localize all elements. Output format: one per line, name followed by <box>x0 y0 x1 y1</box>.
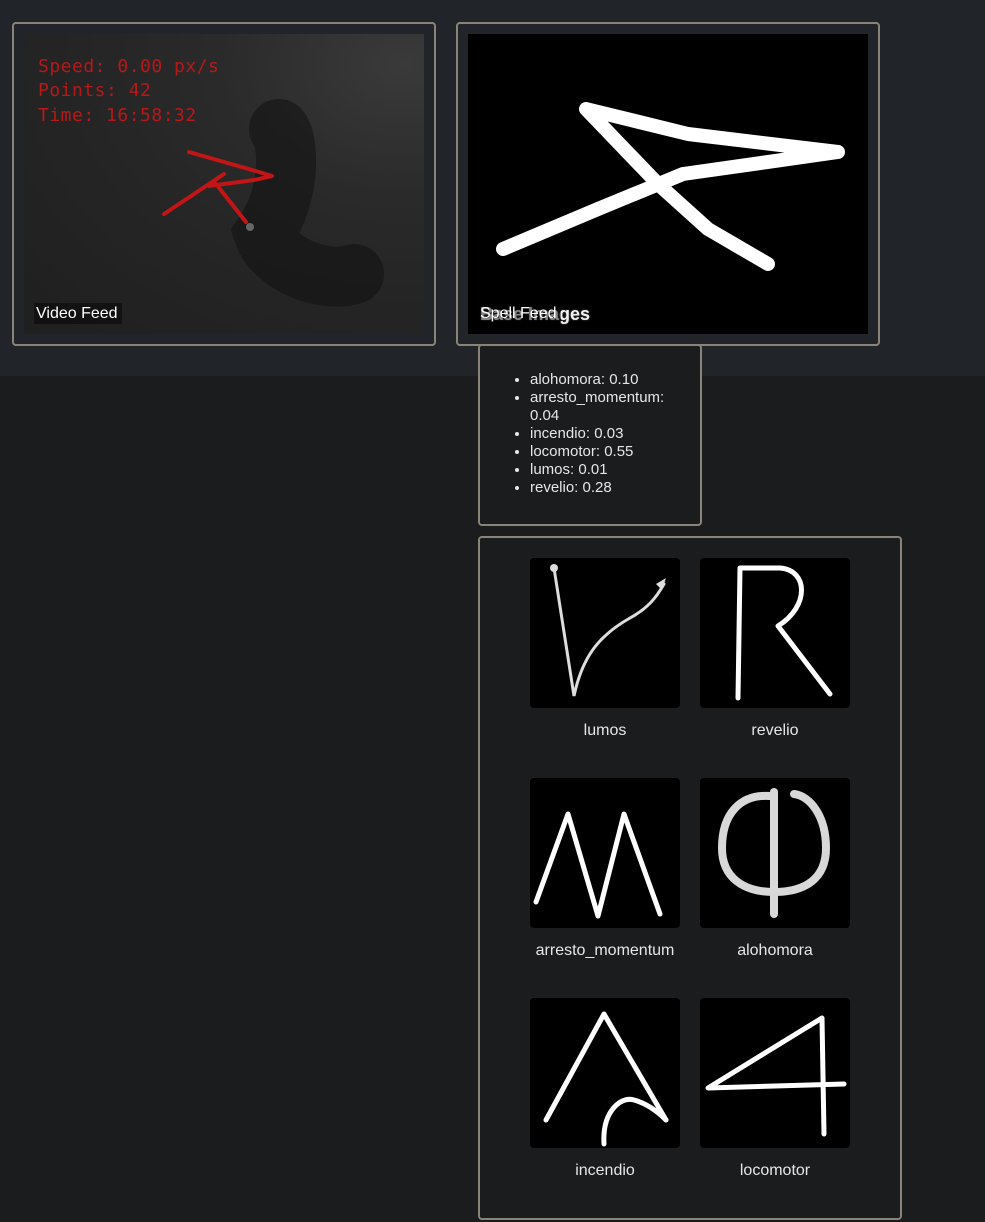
arresto-momentum-glyph-icon <box>530 778 680 928</box>
spell-name: arresto_momentum <box>535 942 675 959</box>
result-item: lumos: 0.01 <box>530 461 684 479</box>
spell-card-revelio: revelio <box>700 558 850 740</box>
spell-feed: Base Images Spell Feed <box>468 34 868 334</box>
prediction-results-panel: alohomora: 0.10 arresto_momentum: 0.04 i… <box>478 344 702 526</box>
spell-name: incendio <box>575 1162 635 1179</box>
locomotor-glyph-icon <box>700 998 850 1148</box>
hand-shadow <box>230 99 384 307</box>
spell-feed-label: Spell Feed <box>478 303 561 324</box>
result-item: incendio: 0.03 <box>530 425 684 443</box>
wand-tip <box>246 223 254 231</box>
result-item: revelio: 0.28 <box>530 479 684 497</box>
video-feed-panel: Speed: 0.00 px/s Points: 42 Time: 16:58:… <box>12 22 436 346</box>
result-item: alohomora: 0.10 <box>530 371 684 389</box>
base-images-panel: lumos revelio arresto_momentum alohomora… <box>478 536 902 1220</box>
prediction-results-list: alohomora: 0.10 arresto_momentum: 0.04 i… <box>480 346 700 497</box>
video-feed: Speed: 0.00 px/s Points: 42 Time: 16:58:… <box>24 34 424 334</box>
spell-card-incendio: incendio <box>530 998 680 1180</box>
spell-feed-drawing <box>496 102 845 271</box>
spell-feed-panel: Base Images Spell Feed <box>456 22 880 346</box>
revelio-glyph-icon <box>700 558 850 708</box>
video-feed-drawing <box>162 99 384 307</box>
spell-card-lumos: lumos <box>530 558 680 740</box>
spell-card-alohomora: alohomora <box>700 778 850 960</box>
video-feed-label: Video Feed <box>34 303 122 324</box>
lumos-glyph-icon <box>530 558 680 708</box>
spell-name: locomotor <box>739 1162 811 1179</box>
points-readout: Points: 42 <box>38 80 152 101</box>
spell-card-locomotor: locomotor <box>700 998 850 1180</box>
spell-card-arresto-momentum: arresto_momentum <box>530 778 680 960</box>
time-readout: Time: 16:58:32 <box>38 105 197 126</box>
spell-name: alohomora <box>737 942 813 959</box>
result-item: arresto_momentum: 0.04 <box>530 389 684 425</box>
incendio-glyph-icon <box>530 998 680 1148</box>
spell-name: lumos <box>583 722 627 739</box>
spell-stroke <box>496 102 845 271</box>
result-item: locomotor: 0.55 <box>530 443 684 461</box>
alohomora-glyph-icon <box>700 778 850 928</box>
speed-readout: Speed: 0.00 px/s <box>38 56 220 77</box>
spell-name: revelio <box>751 722 799 739</box>
